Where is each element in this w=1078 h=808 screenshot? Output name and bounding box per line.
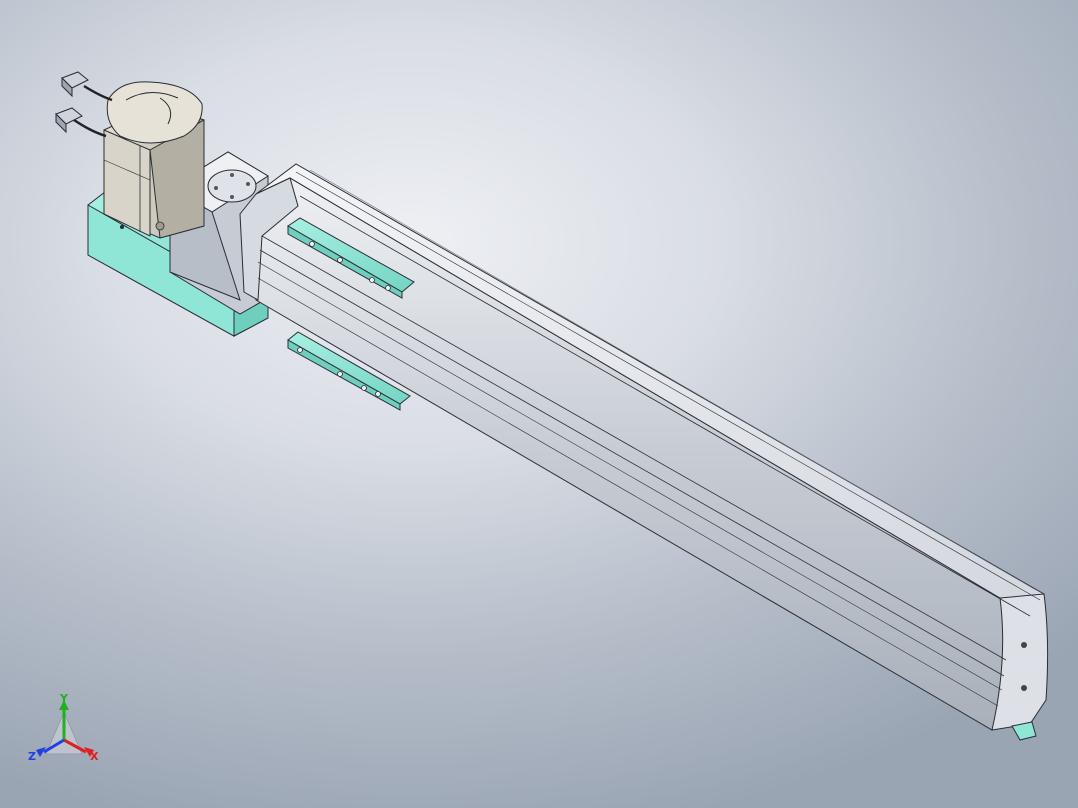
triad-z-label: Z (28, 750, 36, 763)
servo-motor (103, 81, 205, 239)
actuator-body (239, 163, 1049, 741)
orientation-triad[interactable]: Y X Z (24, 692, 114, 782)
graphics-viewport[interactable]: Y X Z (0, 0, 1078, 808)
triad-x-label: X (90, 750, 99, 763)
triad-y-label: Y (59, 692, 69, 705)
actuator-model[interactable] (0, 0, 1078, 808)
motor-cables (55, 71, 113, 138)
